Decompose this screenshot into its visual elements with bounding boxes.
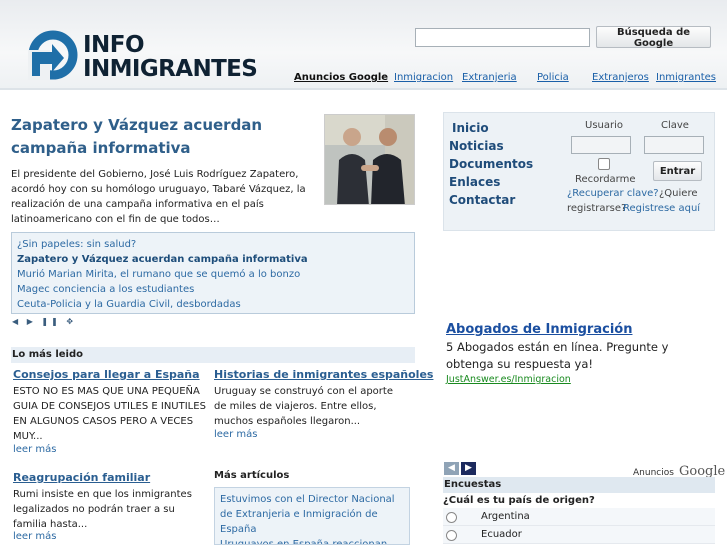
ads-label: Anuncios Google [294, 72, 389, 83]
site-logo[interactable] [28, 30, 78, 84]
ad-link-extranjeros[interactable]: Extranjeros [592, 72, 649, 83]
nav-item-noticias[interactable]: Noticias [449, 139, 504, 153]
register-link[interactable]: Registrese aquí [623, 203, 700, 214]
nav-item-documentos[interactable]: Documentos [449, 157, 533, 171]
username-label: Usuario [585, 120, 624, 131]
previous-arrow-icon[interactable]: ◀ [444, 462, 459, 475]
article-text-reagrupacion: Rumi insiste en que los inmigrantes lega… [13, 489, 192, 530]
logo-arrow-icon [28, 30, 78, 80]
article-text-consejos: ESTO NO ES MAS QUE UNA PEQUEÑA GUIA DE C… [13, 386, 206, 442]
ad-link-policia[interactable]: Policia [537, 72, 569, 83]
recover-password-link[interactable]: ¿Recuperar clave? [567, 188, 659, 199]
ad-link-inmigracion[interactable]: Inmigracion [394, 72, 453, 83]
poll-question: ¿Cuál es tu país de origen? [443, 495, 595, 506]
more-article-item[interactable]: Estuvimos con el Director Nacional de Ex… [220, 492, 404, 537]
read-more-link[interactable]: leer más [13, 531, 56, 542]
feature-photo[interactable] [324, 114, 415, 205]
register-question: registrarse? [567, 203, 627, 214]
feature-list-item[interactable]: Magec conciencia a los estudiantes [17, 282, 409, 297]
ad-link-inmigrantes[interactable]: Inmigrantes [656, 72, 716, 83]
logo-line-2: INMIGRANTES [83, 56, 258, 82]
poll-option-label: Ecuador [481, 529, 522, 540]
username-field[interactable] [571, 136, 631, 154]
ad-url-link[interactable]: JustAnswer.es/Inmigracion [446, 374, 716, 385]
password-field[interactable] [644, 136, 704, 154]
ad-link-extranjeria[interactable]: Extranjeria [462, 72, 517, 83]
google-search-input[interactable] [415, 28, 590, 47]
remember-me-checkbox[interactable] [598, 158, 610, 170]
most-read-heading: Lo más leido [11, 347, 415, 363]
feature-headline-list: ¿Sin papeles: sin salud? Zapatero y Vázq… [11, 232, 415, 314]
site-header: INFO INMIGRANTES Búsqueda de Google Anun… [0, 0, 727, 90]
poll-option-label: Argentina [481, 511, 530, 522]
read-more-link[interactable]: leer más [214, 429, 257, 440]
feature-summary: El presidente del Gobierno, José Luis Ro… [11, 169, 306, 225]
feature-list-item[interactable]: ¿Sin papeles: sin salud? [17, 237, 409, 252]
password-label: Clave [661, 120, 689, 131]
feature-list-item[interactable]: Murió Marian Mirita, el rumano que se qu… [17, 267, 409, 282]
google-search-button[interactable]: Búsqueda de Google [596, 26, 711, 49]
feature-list-item-active[interactable]: Zapatero y Vázquez acuerdan campaña info… [17, 252, 409, 267]
login-button[interactable]: Entrar [653, 161, 702, 181]
feature-headline[interactable]: Zapatero y Vázquez acuerdan campaña info… [11, 114, 321, 160]
login-panel: Inicio Noticias Documentos Enlaces Conta… [443, 112, 715, 231]
poll-radio[interactable] [446, 512, 457, 523]
text-ad: Abogados de Inmigración 5 Abogados están… [446, 322, 716, 385]
next-arrow-icon[interactable]: ▶ [461, 462, 476, 475]
nav-item-enlaces[interactable]: Enlaces [449, 175, 500, 189]
poll-option[interactable]: Argentina [443, 508, 715, 526]
poll-option[interactable]: Ecuador [443, 526, 715, 544]
poll-radio[interactable] [446, 530, 457, 541]
article-title-consejos[interactable]: Consejos para llegar a España [13, 368, 200, 381]
read-more-link[interactable]: leer más [13, 444, 56, 455]
feature-list-item[interactable]: Ceuta-Policia y la Guardia Civil, desbor… [17, 297, 409, 312]
article-title-reagrupacion[interactable]: Reagrupación familiar [13, 471, 150, 484]
want-text: ¿Quiere [659, 188, 698, 199]
more-article-item[interactable]: Uruguayos en España reaccionan con caute… [220, 537, 404, 544]
ad-title-link[interactable]: Abogados de Inmigración [446, 322, 716, 337]
more-articles-heading: Más artículos [214, 470, 290, 481]
article-title-historias[interactable]: Historias de inmigrantes españoles [214, 368, 433, 381]
polls-heading: Encuestas [443, 477, 715, 493]
more-articles-list: Estuvimos con el Director Nacional de Ex… [214, 487, 410, 545]
logo-wordmark: INFO INMIGRANTES [83, 32, 258, 82]
nav-item-contactar[interactable]: Contactar [449, 193, 515, 207]
logo-line-1: INFO [83, 32, 145, 58]
handshake-photo-icon [325, 115, 414, 204]
remember-me-label: Recordarme [575, 174, 636, 185]
carousel-controls-icon[interactable]: ◀ ▶ ❚❚ ✥ [12, 317, 76, 326]
article-text-historias: Uruguay se construyó con el aporte de mi… [214, 386, 393, 427]
ad-body: 5 Abogados están en línea. Pregunte y ob… [446, 340, 669, 371]
nav-item-inicio[interactable]: Inicio [452, 121, 489, 135]
